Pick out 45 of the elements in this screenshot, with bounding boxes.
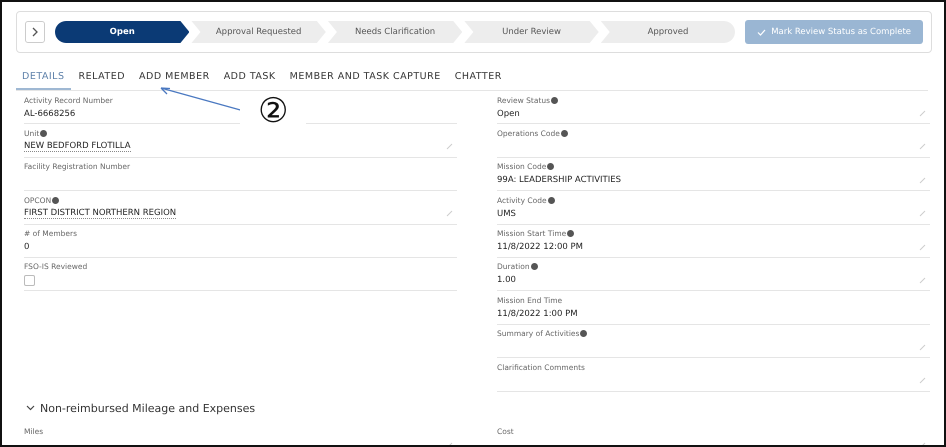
path-step[interactable]: Approved xyxy=(600,21,736,43)
pencil-icon[interactable] xyxy=(919,210,926,218)
tab[interactable]: ADD TASK xyxy=(218,67,282,90)
path-step[interactable]: Under Review xyxy=(464,21,599,43)
info-icon xyxy=(547,163,554,170)
checkbox[interactable] xyxy=(24,274,35,286)
tab[interactable]: DETAILS xyxy=(16,67,71,90)
field-value: AL-6668256 xyxy=(24,108,76,118)
field-value: Open xyxy=(497,108,520,118)
field-value: 99A: LEADERSHIP ACTIVITIES xyxy=(497,175,621,186)
pencil-icon[interactable] xyxy=(919,176,926,184)
tab[interactable]: RELATED xyxy=(72,67,132,90)
tab[interactable]: MEMBER AND TASK CAPTURE xyxy=(284,67,447,90)
path-step[interactable]: Needs Clarification xyxy=(328,21,462,43)
info-icon xyxy=(548,196,555,204)
field-value: 0 xyxy=(24,242,30,252)
info-icon xyxy=(52,196,60,204)
path-step[interactable]: Open xyxy=(55,21,190,43)
info-icon xyxy=(551,96,558,104)
chevron-right-icon xyxy=(31,27,39,37)
pencil-icon[interactable] xyxy=(919,377,926,384)
pencil-icon[interactable] xyxy=(919,276,926,284)
pencil-icon[interactable] xyxy=(919,143,926,150)
pencil-icon[interactable] xyxy=(446,143,453,150)
info-icon xyxy=(530,263,538,270)
path-step[interactable]: Approval Requested xyxy=(191,21,326,43)
expand-button[interactable] xyxy=(25,21,45,43)
field-value: 11/8/2022 12:00 PM xyxy=(497,242,583,252)
tab[interactable]: CHATTER xyxy=(448,67,508,90)
pencil-icon[interactable] xyxy=(919,110,926,117)
field-value: NEW BEDFORD FLOTILLA xyxy=(24,141,131,152)
pencil-icon[interactable] xyxy=(919,344,926,351)
section-header[interactable]: Non-reimbursed Mileage and Expenses xyxy=(2,402,256,415)
field-value: 11/8/2022 1:00 PM xyxy=(497,308,578,319)
info-icon xyxy=(567,230,574,238)
pencil-icon[interactable] xyxy=(919,244,926,251)
field-value: FIRST DISTRICT NORTHERN REGION xyxy=(24,208,176,220)
pencil-icon[interactable] xyxy=(446,210,453,218)
field-value: UMS xyxy=(497,208,516,219)
tab[interactable]: ADD MEMBER xyxy=(133,67,216,90)
info-icon xyxy=(560,130,568,137)
checkmark-icon xyxy=(757,28,766,36)
info-icon xyxy=(40,130,48,137)
info-icon xyxy=(580,330,588,338)
field-value: 1.00 xyxy=(497,275,516,286)
